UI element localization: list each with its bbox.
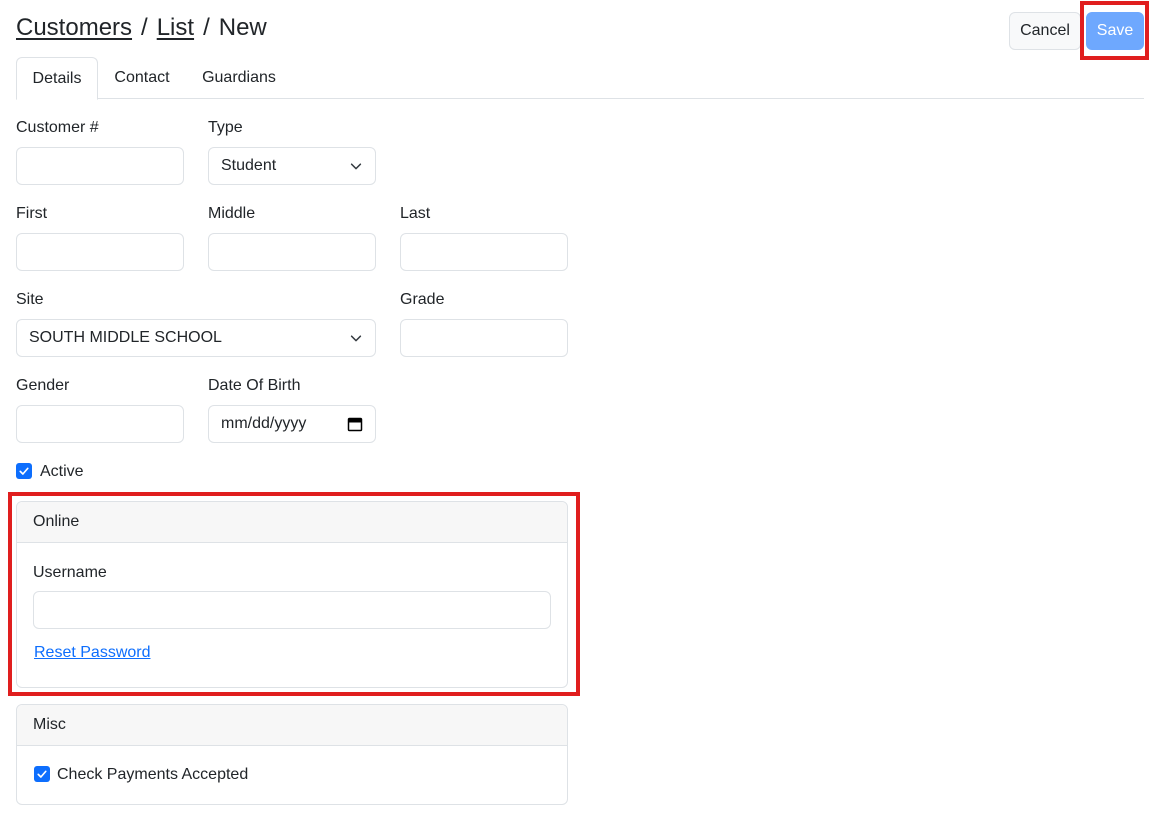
- last-name-label: Last: [400, 205, 431, 222]
- type-select-value: Student: [221, 157, 277, 174]
- check-payments-checkbox[interactable]: [34, 766, 50, 782]
- breadcrumb-separator: /: [141, 14, 148, 41]
- misc-card-title: Misc: [17, 705, 567, 746]
- breadcrumb-list-link[interactable]: List: [157, 14, 194, 41]
- tab-bar: Details Contact Guardians: [16, 57, 1144, 100]
- grade-label: Grade: [400, 291, 445, 308]
- tab-contact[interactable]: Contact: [100, 57, 184, 99]
- calendar-icon[interactable]: [347, 416, 363, 432]
- date-of-birth-placeholder: mm/dd/yyyy: [221, 415, 307, 432]
- middle-name-label: Middle: [208, 205, 256, 222]
- cancel-button[interactable]: Cancel: [1009, 12, 1081, 50]
- customer-number-label: Customer #: [16, 119, 99, 136]
- breadcrumb-customers-link[interactable]: Customers: [16, 14, 132, 41]
- chevron-down-icon: [350, 335, 362, 342]
- misc-card: Misc Check Payments Accepted: [16, 704, 568, 805]
- breadcrumb-separator: /: [203, 14, 210, 41]
- gender-input[interactable]: [16, 405, 184, 443]
- middle-name-input[interactable]: [208, 233, 376, 271]
- site-label: Site: [16, 291, 44, 308]
- active-checkbox[interactable]: [16, 463, 32, 479]
- site-select[interactable]: SOUTH MIDDLE SCHOOL: [16, 319, 376, 357]
- type-label: Type: [208, 119, 243, 136]
- type-select[interactable]: Student: [208, 147, 376, 185]
- save-highlight-box: [1080, 1, 1149, 60]
- date-of-birth-label: Date Of Birth: [208, 377, 301, 394]
- breadcrumb-current: New: [218, 14, 267, 41]
- last-name-input[interactable]: [400, 233, 568, 271]
- online-highlight-box: [8, 492, 580, 696]
- grade-input[interactable]: [400, 319, 568, 357]
- breadcrumb: Customers / List / New: [16, 12, 267, 44]
- tab-details[interactable]: Details: [16, 57, 98, 100]
- checkmark-icon: [19, 467, 29, 475]
- checkmark-icon: [37, 770, 47, 778]
- tab-guardians[interactable]: Guardians: [188, 57, 290, 99]
- date-of-birth-input[interactable]: mm/dd/yyyy: [208, 405, 376, 443]
- customer-number-input[interactable]: [16, 147, 184, 185]
- first-name-label: First: [16, 205, 48, 222]
- chevron-down-icon: [350, 163, 362, 170]
- active-label: Active: [40, 463, 84, 480]
- site-select-value: SOUTH MIDDLE SCHOOL: [29, 329, 222, 346]
- first-name-input[interactable]: [16, 233, 184, 271]
- check-payments-label: Check Payments Accepted: [57, 766, 249, 783]
- gender-label: Gender: [16, 377, 70, 394]
